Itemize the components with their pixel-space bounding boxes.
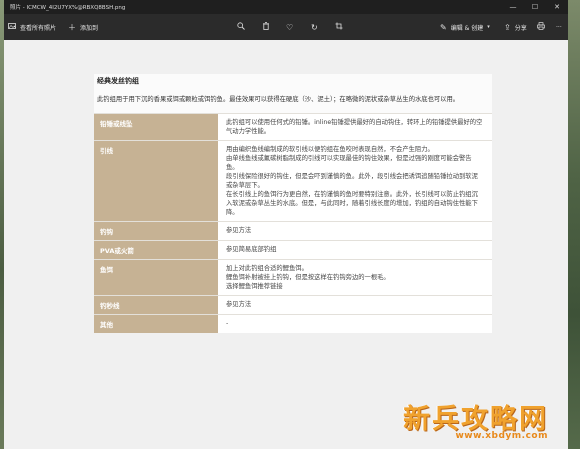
zoom-button[interactable] — [237, 14, 245, 40]
row-value-line: 在长引线上的鱼饵行为更自然，在钓谨慎的鱼时要特别注意。此外，长引线可以防止钓组沉… — [226, 191, 478, 216]
document-image: 经典发丝钓组 此钓组用于用下沉的香果或饵或颗粒或饵钓鱼。最佳效果可以获得在硬底（… — [94, 74, 492, 333]
toolbar: 查看所有照片 ＋ 添加到 ♡ ↻ ✎ 编辑 & 创建 ▾ ⇪ 分享 ··· — [4, 14, 568, 40]
minimize-button[interactable]: — — [502, 0, 524, 14]
table-row: 引线 用由编织鱼线编制成的软引线以便钓组在鱼咬时表现自然，不会产生阻力。 由单线鱼线… — [94, 140, 492, 222]
more-icon: ··· — [556, 23, 562, 31]
table-row: 钓钩 参见方法 — [94, 221, 492, 241]
row-value-line: 选择鲤鱼饵推荐链接 — [226, 283, 283, 290]
rotate-icon: ↻ — [311, 22, 318, 32]
row-key: 引线 — [94, 140, 218, 222]
maximize-button[interactable]: ☐ — [524, 0, 546, 14]
row-value: 用由编织鱼线编制成的软引线以便钓组在鱼咬时表现自然，不会产生阻力。由单线鱼线或氟… — [218, 140, 492, 222]
row-value: 参见简易底部钓组 — [218, 240, 492, 260]
row-value-line: - — [226, 320, 229, 327]
table-row: PVA或火箭 参见简易底部钓组 — [94, 240, 492, 260]
watermark-url: www.xbdym.com — [455, 431, 548, 441]
rig-spec-table: 铅锤或线坠 此钓组可以使用任何式的铅锤。inline铅锤提供最好的自动钩住，转环上… — [94, 113, 492, 333]
title-bar[interactable]: 照片 - ICMCW_4I2U7YX%@RBXQ8BSH.png — ☐ ✕ — [4, 0, 568, 14]
row-value-line: 参见简易底部钓组 — [226, 246, 277, 253]
document-title: 经典发丝钓组 — [94, 74, 492, 89]
edit-create-button[interactable]: ✎ 编辑 & 创建 ▾ — [440, 14, 490, 40]
row-value: 加上对此钓组合适的鲤鱼饵。鲤鱼饵补射被挂上钓钩，但是按这样在钓钩旁边的一根毛。选… — [218, 259, 492, 296]
crop-button[interactable] — [335, 14, 343, 40]
table-row: 其他 - — [94, 314, 492, 333]
row-value: 此钓组可以使用任何式的铅锤。inline铅锤提供最好的自动钩住，转环上的铅锤提供… — [218, 113, 492, 141]
image-viewer[interactable]: 经典发丝钓组 此钓组用于用下沉的香果或饵或颗粒或饵钓鱼。最佳效果可以获得在硬底（… — [4, 40, 568, 449]
row-value-line: 由单线鱼线或氟碳树脂制成的引线可以实现最佳的钩住效果，但是过强的刚度可能会警告鱼… — [226, 155, 472, 171]
edit-create-label: 编辑 & 创建 — [450, 24, 484, 32]
zoom-icon — [237, 22, 245, 32]
favorite-button[interactable]: ♡ — [286, 14, 293, 40]
add-to-button[interactable]: ＋ 添加到 — [68, 14, 98, 40]
table-row: 钓秒线 参见方法 — [94, 295, 492, 315]
view-all-photos-label: 查看所有照片 — [20, 24, 57, 32]
row-key: 钓秒线 — [94, 295, 218, 315]
row-key: 鱼饵 — [94, 259, 218, 296]
row-key: 其他 — [94, 314, 218, 333]
print-button[interactable] — [537, 14, 545, 40]
row-key: PVA或火箭 — [94, 240, 218, 260]
view-all-photos-button[interactable]: 查看所有照片 — [8, 14, 56, 40]
plus-icon: ＋ — [68, 22, 76, 32]
table-row: 鱼饵 加上对此钓组合适的鲤鱼饵。 鲤鱼饵补射被挂上钓钩，但是按这样在钓钩旁边的一根毛… — [94, 259, 492, 296]
photos-app-window: 照片 - ICMCW_4I2U7YX%@RBXQ8BSH.png — ☐ ✕ 查… — [4, 0, 568, 449]
close-button[interactable]: ✕ — [546, 0, 568, 14]
row-value-line: 加上对此钓组合适的鲤鱼饵。 — [226, 265, 308, 272]
gallery-icon — [8, 22, 16, 32]
row-value-line: 鲤鱼饵补射被挂上钓钩，但是按这样在钓钩旁边的一根毛。 — [226, 274, 390, 281]
row-value-line: 此钓组可以使用任何式的铅锤。inline铅锤提供最好的自动钩住，转环上的铅锤提供… — [226, 119, 483, 135]
more-button[interactable]: ··· — [556, 14, 562, 40]
document-intro: 此钓组用于用下沉的香果或饵或颗粒或饵钓鱼。最佳效果可以获得在硬底（沙、泥土）；在… — [94, 89, 492, 113]
delete-button[interactable] — [262, 14, 270, 40]
trash-icon — [262, 22, 270, 32]
row-value: 参见方法 — [218, 295, 492, 315]
rotate-button[interactable]: ↻ — [311, 14, 318, 40]
row-value-line: 参见方法 — [226, 227, 252, 234]
edit-icon: ✎ — [440, 22, 447, 32]
add-to-label: 添加到 — [80, 24, 99, 32]
window-controls: — ☐ ✕ — [502, 0, 568, 14]
printer-icon — [537, 22, 545, 32]
row-value-line: 参见方法 — [226, 301, 252, 308]
heart-icon: ♡ — [286, 22, 294, 32]
share-button[interactable]: ⇪ 分享 — [504, 14, 527, 40]
table-row: 铅锤或线坠 此钓组可以使用任何式的铅锤。inline铅锤提供最好的自动钩住，转环上… — [94, 113, 492, 141]
site-watermark: 新兵攻略网 www.xbdym.com — [342, 397, 562, 447]
row-value-line: 段引线保险很好的钩住，但是会吓到谨慎的鱼。此外，段引线会把诱饵追随铅锤拉动到软泥… — [226, 173, 478, 189]
crop-icon — [335, 22, 343, 32]
row-key: 铅锤或线坠 — [94, 113, 218, 141]
desktop-background-right — [568, 0, 580, 449]
row-value: - — [218, 314, 492, 333]
row-key: 钓钩 — [94, 221, 218, 241]
chevron-down-icon: ▾ — [487, 24, 490, 30]
share-icon: ⇪ — [504, 22, 511, 32]
share-label: 分享 — [514, 24, 527, 32]
window-title: 照片 - ICMCW_4I2U7YX%@RBXQ8BSH.png — [10, 5, 126, 11]
row-value-line: 用由编织鱼线编制成的软引线以便钓组在鱼咬时表现自然，不会产生阻力。 — [226, 146, 434, 153]
row-value: 参见方法 — [218, 221, 492, 241]
